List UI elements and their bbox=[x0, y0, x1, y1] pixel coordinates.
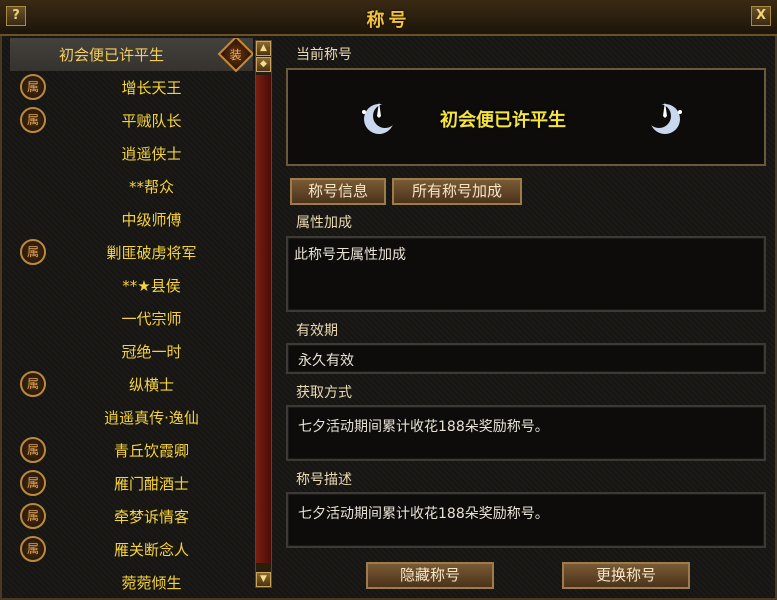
title-list-item-label: 逍遥真传·逸仙 bbox=[104, 409, 199, 427]
title-list-item[interactable]: **帮众 bbox=[10, 170, 253, 203]
title-list-item[interactable]: 属 雁门酣酒士 bbox=[10, 467, 253, 500]
title-list-item-label: **★县侯 bbox=[122, 277, 181, 295]
list-scrollbar[interactable]: ▲ ◆ ▼ bbox=[255, 40, 272, 588]
attr-bonus-value: 此称号无属性加成 bbox=[294, 247, 406, 263]
attribute-badge-icon: 属 bbox=[20, 536, 46, 562]
title-list-item-label: **帮众 bbox=[128, 178, 174, 196]
description-label: 称号描述 bbox=[296, 472, 352, 488]
title-list-item-label: 冠绝一时 bbox=[121, 343, 182, 361]
description-value: 七夕活动期间累计收花188朵奖励称号。 bbox=[298, 506, 549, 522]
attr-bonus-box: 此称号无属性加成 bbox=[286, 236, 766, 312]
title-list-item[interactable]: 属 增长天王 bbox=[10, 71, 253, 104]
title-list-item-label: 剿匪破虏将军 bbox=[106, 244, 197, 262]
tab-title-info[interactable]: 称号信息 bbox=[290, 178, 386, 205]
title-list-item-label: 中级师傅 bbox=[121, 211, 182, 229]
title-list-item-label: 初会便已许平生 bbox=[58, 46, 164, 64]
title-list-item[interactable]: 菀菀倾生 bbox=[10, 566, 253, 596]
scroll-up-button[interactable]: ▲ bbox=[256, 41, 271, 56]
crescent-ornament-left-icon bbox=[362, 102, 397, 134]
attribute-badge-icon: 属 bbox=[20, 437, 46, 463]
validity-box: 永久有效 bbox=[286, 343, 766, 374]
attribute-badge-icon: 属 bbox=[20, 107, 46, 133]
attribute-badge-icon: 属 bbox=[20, 503, 46, 529]
title-list-item-label: 增长天王 bbox=[121, 79, 182, 97]
close-button[interactable]: X bbox=[751, 6, 771, 26]
title-list-item[interactable]: 逍遥侠士 bbox=[10, 137, 253, 170]
title-list: 初会便已许平生装属增长天王属平贼队长 逍遥侠士 **帮众 中级师傅属剿匪破虏将军 **★… bbox=[10, 38, 253, 596]
crescent-ornament-right-icon bbox=[647, 102, 682, 134]
attribute-badge-icon: 属 bbox=[20, 74, 46, 100]
obtain-method-value: 七夕活动期间累计收花188朵奖励称号。 bbox=[298, 419, 549, 435]
title-list-item[interactable]: 初会便已许平生 装 bbox=[10, 38, 253, 73]
title-list-item[interactable]: 中级师傅 bbox=[10, 203, 253, 236]
scroll-down-button[interactable]: ▼ bbox=[256, 572, 271, 587]
title-list-item-label: 逍遥侠士 bbox=[121, 145, 182, 163]
current-title-label: 当前称号 bbox=[296, 47, 352, 63]
obtain-method-label: 获取方式 bbox=[296, 385, 352, 401]
attribute-badge-icon: 属 bbox=[20, 371, 46, 397]
validity-value: 永久有效 bbox=[298, 353, 354, 369]
attribute-badge-icon: 属 bbox=[20, 239, 46, 265]
title-list-item-label: 青丘饮霞卿 bbox=[113, 442, 189, 460]
attr-bonus-label: 属性加成 bbox=[296, 215, 352, 231]
tab-all-title-bonus[interactable]: 所有称号加成 bbox=[392, 178, 522, 205]
window-title: 称号 bbox=[366, 10, 411, 31]
description-box: 七夕活动期间累计收花188朵奖励称号。 bbox=[286, 492, 766, 548]
title-list-item[interactable]: 属 纵横士 bbox=[10, 368, 253, 401]
title-list-item-label: 雁关断念人 bbox=[113, 541, 189, 559]
equipped-badge-label: 装 bbox=[229, 47, 242, 62]
title-list-item[interactable]: 属 雁关断念人 bbox=[10, 533, 253, 566]
change-title-button[interactable]: 更换称号 bbox=[562, 562, 690, 589]
title-list-item[interactable]: 属 青丘饮霞卿 bbox=[10, 434, 253, 467]
title-list-item[interactable]: 一代宗师 bbox=[10, 302, 253, 335]
title-list-item[interactable]: 属 剿匪破虏将军 bbox=[10, 236, 253, 269]
title-list-item[interactable]: 冠绝一时 bbox=[10, 335, 253, 368]
obtain-method-box: 七夕活动期间累计收花188朵奖励称号。 bbox=[286, 405, 766, 461]
current-title-name: 初会便已许平生 bbox=[440, 110, 566, 131]
title-list-item-label: 菀菀倾生 bbox=[121, 574, 182, 592]
hide-title-button[interactable]: 隐藏称号 bbox=[366, 562, 494, 589]
scroll-top-button[interactable]: ◆ bbox=[256, 57, 271, 72]
title-list-item-label: 纵横士 bbox=[128, 376, 174, 394]
title-list-item[interactable]: 逍遥真传·逸仙 bbox=[10, 401, 253, 434]
attribute-badge-icon: 属 bbox=[20, 470, 46, 496]
scroll-track[interactable] bbox=[256, 75, 271, 563]
title-list-item[interactable]: 属 牵梦诉情客 bbox=[10, 500, 253, 533]
equipped-badge-icon: 装 bbox=[217, 38, 253, 73]
validity-label: 有效期 bbox=[296, 323, 338, 339]
title-list-item[interactable]: 属 平贼队长 bbox=[10, 104, 253, 137]
title-list-item-label: 牵梦诉情客 bbox=[113, 508, 189, 526]
title-list-item-label: 雁门酣酒士 bbox=[113, 475, 189, 493]
title-list-item-label: 一代宗师 bbox=[121, 310, 182, 328]
title-list-item[interactable]: **★县侯 bbox=[10, 269, 253, 302]
title-bar: ? 称号 X bbox=[0, 0, 777, 36]
title-list-item-label: 平贼队长 bbox=[121, 112, 182, 130]
